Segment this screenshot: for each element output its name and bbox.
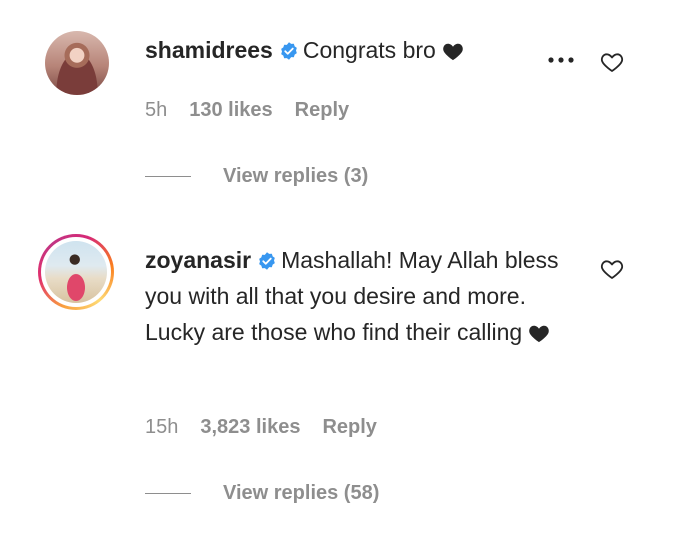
view-replies-divider [145, 176, 191, 177]
verified-badge-icon [281, 42, 297, 60]
more-options-icon[interactable] [546, 55, 576, 65]
comment-username[interactable]: zoyanasir [145, 247, 251, 273]
comment-meta: 5h 130 likes Reply [145, 99, 371, 122]
comment-likes[interactable]: 3,823 likes [200, 416, 300, 438]
comment-body: shamidrees Congrats bro [145, 32, 565, 68]
reply-button[interactable]: Reply [295, 99, 349, 121]
comment-time: 15h [145, 416, 179, 438]
view-replies-button[interactable]: View replies (3) [145, 165, 368, 188]
avatar[interactable] [45, 241, 107, 303]
view-replies-label: View replies (58) [223, 482, 380, 504]
black-heart-icon [443, 43, 463, 61]
comment-username[interactable]: shamidrees [145, 37, 273, 63]
reply-button[interactable]: Reply [322, 416, 376, 438]
view-replies-divider [145, 493, 191, 494]
comment-likes[interactable]: 130 likes [189, 99, 272, 121]
heart-outline-icon[interactable] [600, 258, 624, 280]
comment-item: shamidrees Congrats bro 5h 130 likes Reply… [0, 0, 700, 220]
view-replies-label: View replies (3) [223, 165, 369, 187]
view-replies-button[interactable]: View replies (58) [145, 482, 379, 505]
comment-body: zoyanasir Mashallah! May Allah bless you… [145, 242, 565, 350]
black-heart-icon [529, 325, 549, 343]
comment-item: zoyanasir Mashallah! May Allah bless you… [0, 220, 700, 540]
verified-badge-icon [259, 252, 275, 270]
comment-text: Congrats bro [302, 37, 436, 63]
heart-outline-icon[interactable] [600, 51, 624, 73]
avatar[interactable] [45, 31, 109, 95]
comment-meta: 15h 3,823 likes Reply [145, 416, 399, 439]
comment-time: 5h [145, 99, 168, 121]
